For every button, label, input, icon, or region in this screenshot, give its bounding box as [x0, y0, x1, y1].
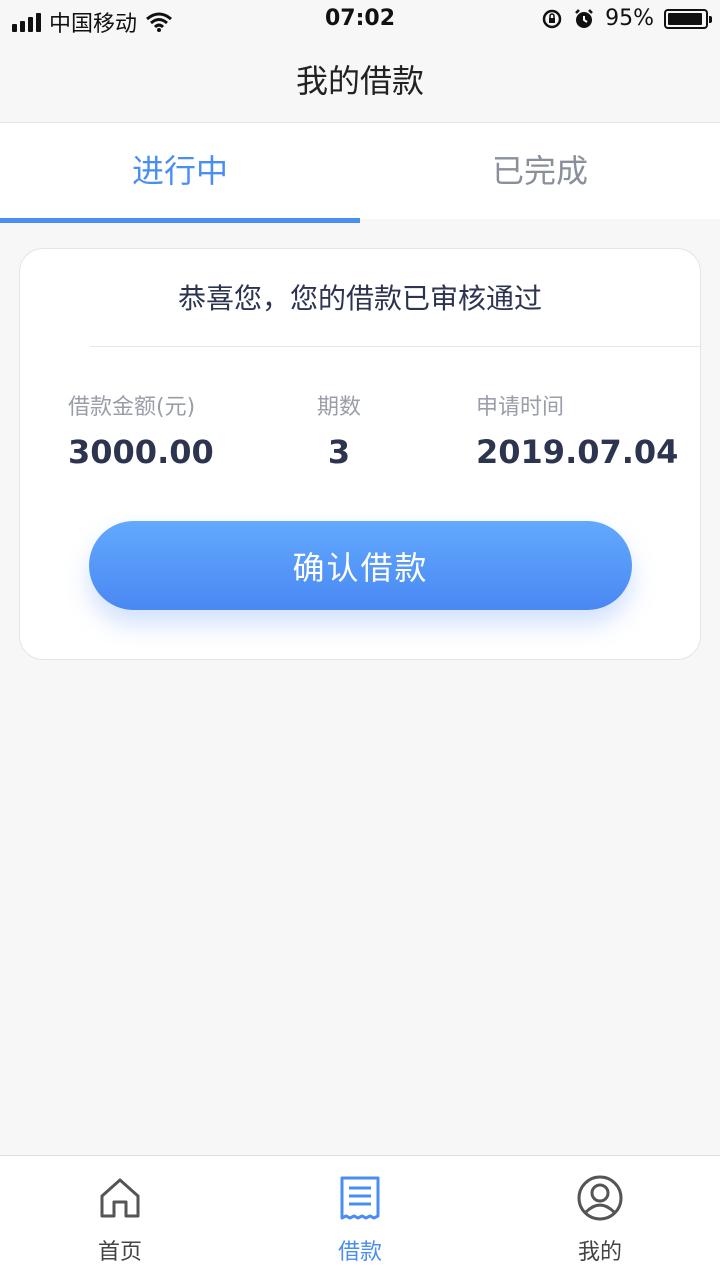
bottom-nav-loan-label: 借款 [337, 1240, 382, 1265]
tab-completed[interactable]: 已完成 [360, 123, 720, 219]
page-title: 我的借款 [0, 40, 720, 123]
loan-amount-stat: 借款金额(元) 3000.00 [68, 389, 214, 471]
tab-bar: 进行中 已完成 [0, 123, 720, 223]
user-icon [577, 1175, 623, 1221]
bottom-nav-mine-label: 我的 [577, 1240, 622, 1265]
periods-value: 3 [327, 433, 351, 471]
loan-amount-value: 3000.00 [68, 433, 214, 471]
battery-fill [668, 12, 702, 25]
tab-in-progress[interactable]: 进行中 [0, 123, 360, 223]
alarm-icon [575, 8, 593, 28]
rotation-lock-icon [542, 9, 562, 28]
bottom-nav-home-label: 首页 [97, 1240, 142, 1265]
battery-icon [664, 8, 712, 29]
loan-amount-label: 借款金额(元) [68, 395, 196, 420]
battery-percent: 95% [605, 6, 654, 31]
card-divider [90, 346, 700, 347]
bottom-nav: 首页 借款 我的 [0, 1155, 720, 1280]
status-bar: 中国移动 07:02 95% [0, 0, 720, 40]
confirm-loan-button[interactable]: 确认借款 [89, 521, 632, 610]
bottom-nav-loan[interactable]: 借款 [240, 1156, 480, 1280]
apply-date-label: 申请时间 [476, 395, 565, 420]
periods-label: 期数 [316, 395, 361, 420]
status-right: 95% [541, 6, 712, 31]
home-icon [100, 1178, 140, 1218]
apply-date-stat: 申请时间 2019.07.04 [476, 389, 678, 471]
bottom-nav-home[interactable]: 首页 [0, 1156, 240, 1280]
loan-card: 恭喜您，您的借款已审核通过 借款金额(元) 3000.00 期数 3 申请时间 … [19, 248, 701, 660]
apply-date-value: 2019.07.04 [476, 433, 679, 471]
periods-stat: 期数 3 [316, 389, 362, 471]
receipt-icon [340, 1176, 380, 1220]
approval-message: 恭喜您，您的借款已审核通过 [177, 282, 542, 315]
bottom-nav-mine[interactable]: 我的 [480, 1156, 720, 1280]
